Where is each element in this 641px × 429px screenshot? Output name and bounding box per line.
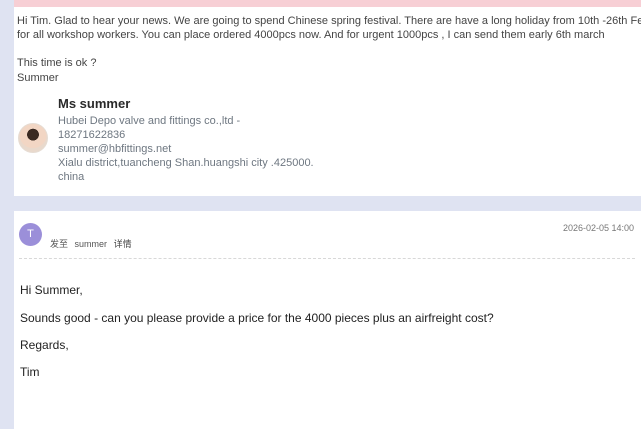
- email-date: 2026-02-05 14:00: [562, 223, 634, 233]
- email-body-line: Regards,: [20, 338, 69, 352]
- previous-email-card: Hi Tim. Glad to hear your news. We are g…: [14, 0, 641, 196]
- email-text-line: Hi Tim. Glad to hear your news. We are g…: [17, 15, 641, 27]
- details-link[interactable]: 详情: [114, 239, 132, 249]
- email-body-line: Tim: [20, 365, 40, 379]
- signature-address: Xialu district,tuancheng Shan.huangshi c…: [58, 157, 314, 169]
- email-text-line: This time is ok ?: [17, 57, 97, 69]
- email-text-line: Summer: [17, 72, 59, 84]
- signature-phone: 18271622836: [58, 129, 126, 141]
- signature-name: Ms summer: [58, 96, 131, 111]
- sent-to-label: 发至: [50, 239, 69, 249]
- signature-company: Hubei Depo valve and fittings co.,ltd -: [58, 115, 241, 127]
- reply-email-card: T 2026-02-05 14:00 发至 summer 详情 Hi Summe…: [14, 211, 641, 429]
- signature-country: china: [58, 171, 85, 183]
- recipient-row: 发至 summer 详情: [50, 237, 136, 250]
- recipient-name[interactable]: summer: [75, 239, 108, 249]
- email-body-line: Hi Summer,: [20, 283, 83, 297]
- email-text-line: for all workshop workers. You can place …: [17, 29, 605, 41]
- sender-avatar[interactable]: T: [19, 223, 42, 246]
- signature-email[interactable]: summer@hbfittings.net: [58, 143, 171, 155]
- header-divider: [19, 258, 635, 259]
- quote-accent-bar: [14, 0, 641, 7]
- email-body-line: Sounds good - can you please provide a p…: [20, 311, 494, 325]
- signature-avatar: [18, 123, 48, 153]
